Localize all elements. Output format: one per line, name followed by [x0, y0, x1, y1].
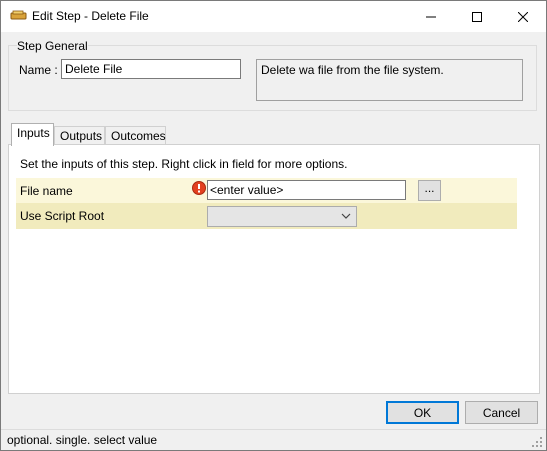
tab-outputs[interactable]: Outputs [54, 126, 105, 145]
name-label: Name : [19, 63, 58, 77]
status-text: optional. single. select value [7, 433, 158, 447]
maximize-button[interactable] [454, 1, 500, 32]
tab-outcomes[interactable]: Outcomes [105, 126, 166, 145]
browse-button[interactable]: ... [418, 180, 441, 201]
error-icon [192, 181, 206, 195]
tab-inputs[interactable]: Inputs [11, 123, 54, 146]
edit-step-dialog: Edit Step - Delete File Step General Nam… [0, 0, 547, 451]
maximize-icon [472, 11, 482, 22]
use-script-root-select[interactable] [207, 206, 357, 227]
name-input[interactable]: Delete File [61, 59, 241, 79]
minimize-button[interactable] [408, 1, 454, 32]
inputs-instructions: Set the inputs of this step. Right click… [20, 157, 348, 171]
close-icon [518, 11, 528, 22]
file-name-input[interactable]: <enter value> [207, 180, 406, 200]
input-row-use-script-root: Use Script Root [16, 203, 517, 229]
file-name-label: File name [20, 184, 73, 198]
title-bar[interactable]: Edit Step - Delete File [1, 1, 546, 32]
use-script-root-label: Use Script Root [20, 209, 105, 223]
ok-button[interactable]: OK [386, 401, 459, 424]
resize-grip-icon[interactable] [531, 436, 543, 448]
step-general-label: Step General [17, 39, 88, 53]
chevron-down-icon [341, 213, 351, 219]
description-field[interactable]: Delete wa file from the file system. [256, 59, 523, 101]
status-bar: optional. single. select value [1, 429, 546, 450]
minimize-icon [426, 16, 436, 17]
cancel-button[interactable]: Cancel [465, 401, 538, 424]
window-title: Edit Step - Delete File [32, 9, 149, 23]
close-button[interactable] [500, 1, 546, 32]
input-row-file-name: File name <enter value> ... [16, 178, 517, 203]
app-icon [10, 10, 28, 22]
